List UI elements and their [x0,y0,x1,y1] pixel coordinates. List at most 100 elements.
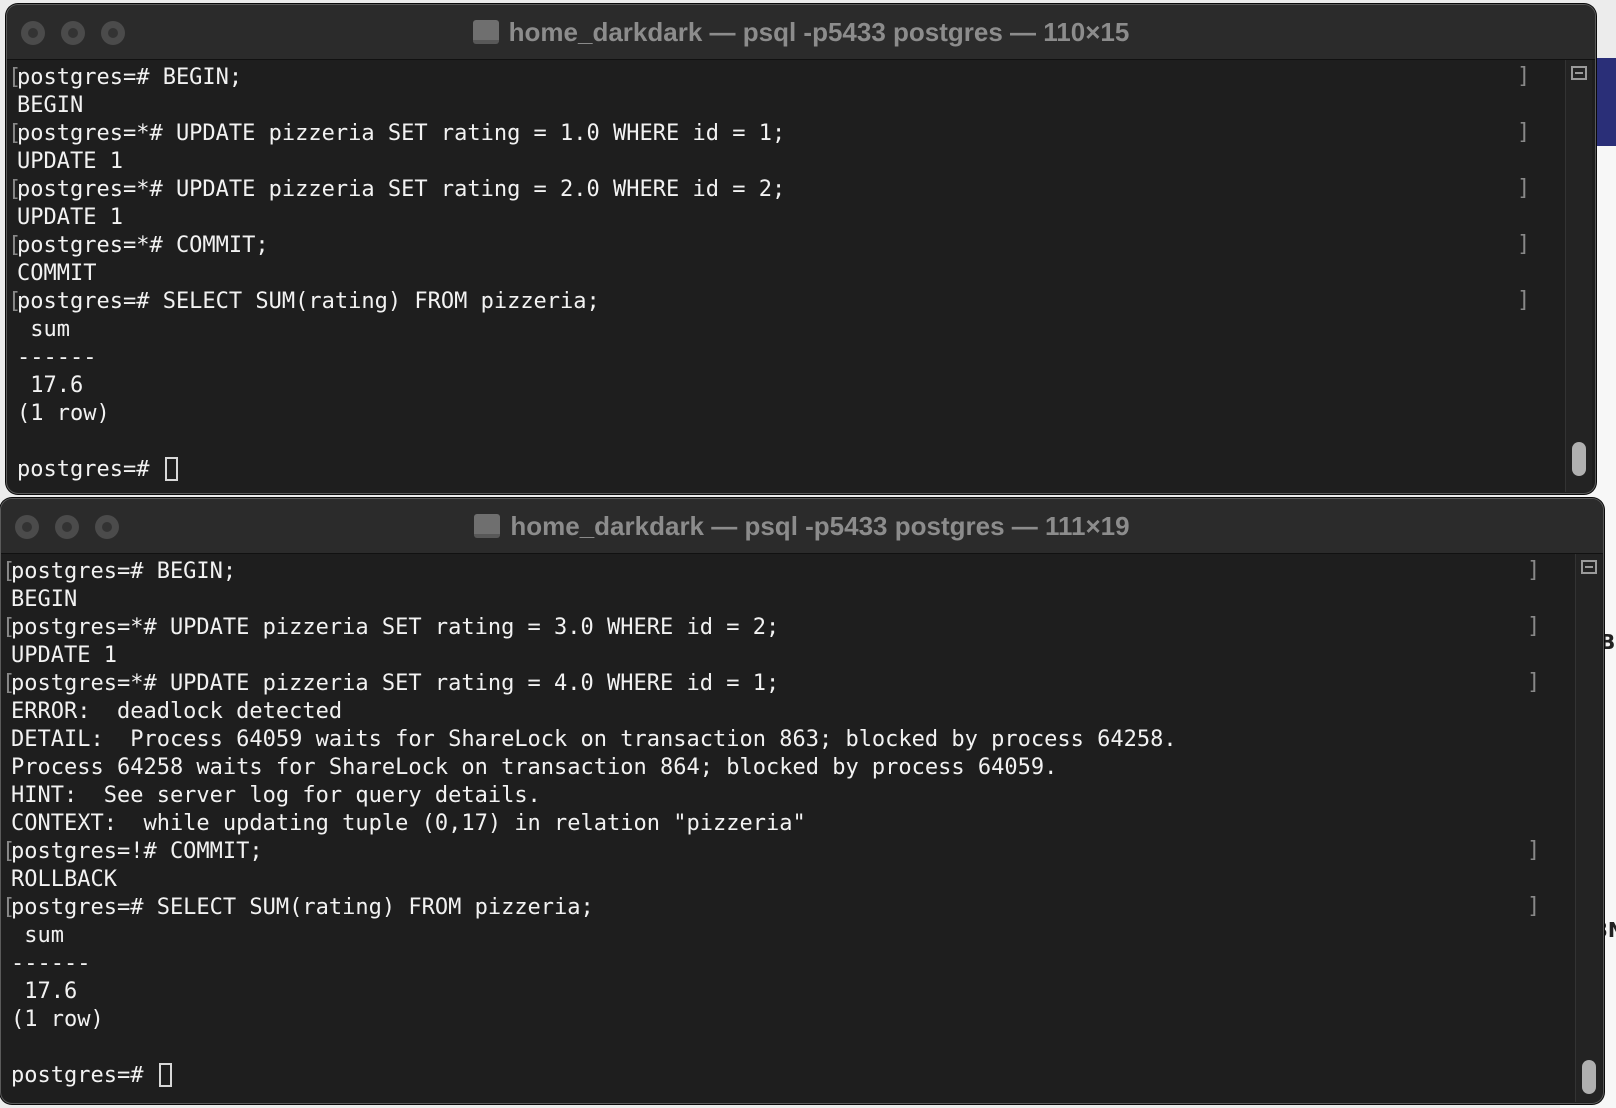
terminal-content[interactable]: [] postgres=# BEGIN; BEGIN [] postgres=*# UP… [7,60,1595,492]
scrollbar[interactable] [1575,554,1602,1102]
line-text: postgres=# SELECT SUM(rating) FROM pizze… [17,289,600,314]
line-text: ERROR: deadlock detected [11,699,343,724]
line-text: BEGIN [11,587,78,612]
line-text: HINT: See server log for query details. [11,783,541,808]
terminal-line: [] postgres=*# UPDATE pizzeria SET rating… [8,120,1530,148]
line-mark-bracket: [ [2,671,16,696]
terminal-line: HINT: See server log for query details. [11,782,1177,810]
line-mark-bracket: [ [2,559,16,584]
line-mark-bracket: ] [1517,176,1531,201]
terminal-output[interactable]: [] postgres=# BEGIN; BEGIN [] postgres=*# UP… [8,64,1530,484]
line-mark-bracket: [ [8,121,22,146]
terminal-line: ------ [17,344,785,372]
scrollbar[interactable] [1565,60,1592,492]
terminal-prompt-line[interactable]: postgres=# [17,456,785,484]
terminal-line: Process 64258 waits for ShareLock on tra… [11,754,1177,782]
terminal-line: 17.6 [17,372,785,400]
line-mark-bracket: ] [1517,120,1531,145]
terminal-line: [] postgres=# BEGIN; [8,64,1530,92]
terminal-line: [] postgres=*# COMMIT; [8,232,1530,260]
line-mark-bracket: [ [8,177,22,202]
disk-icon [474,514,501,538]
line-text: ROLLBACK [11,867,117,892]
terminal-line: sum [11,922,1177,950]
scrollbar-thumb[interactable] [1572,442,1586,476]
line-text: ------ [17,345,97,370]
line-text: COMMIT [17,261,97,286]
terminal-line: 17.6 [11,978,1177,1006]
terminal-line: ------ [11,950,1177,978]
window-title-text: home_darkdark — psql -p5433 postgres — 1… [508,16,1130,47]
terminal-window[interactable]: home_darkdark — psql -p5433 postgres — 1… [0,498,1604,1104]
line-text: sum [11,923,64,948]
terminal-content[interactable]: [] postgres=# BEGIN; BEGIN [] postgres=*# UP… [1,554,1603,1102]
terminal-line: DETAIL: Process 64059 waits for ShareLoc… [11,726,1177,754]
terminal-line: UPDATE 1 [17,204,785,232]
line-mark-bracket: [ [8,233,22,258]
line-text: (1 row) [17,401,110,426]
line-text: postgres=*# UPDATE pizzeria SET rating =… [17,121,786,146]
line-text: postgres=*# UPDATE pizzeria SET rating =… [17,177,786,202]
line-mark-bracket: [ [2,895,16,920]
terminal-line: [] postgres=# SELECT SUM(rating) FROM piz… [8,288,1530,316]
terminal-line: BEGIN [11,586,1177,614]
line-text: DETAIL: Process 64059 waits for ShareLoc… [11,727,1177,752]
line-text: postgres=*# COMMIT; [17,233,269,258]
line-mark-bracket: [ [2,615,16,640]
line-text: postgres=# BEGIN; [17,65,243,90]
terminal-line: COMMIT [17,260,785,288]
terminal-line: sum [17,316,785,344]
text-cursor[interactable] [164,457,178,481]
line-text: postgres=# BEGIN; [11,559,237,584]
terminal-prompt-line[interactable]: postgres=# [11,1062,1177,1090]
terminal-line: UPDATE 1 [17,148,785,176]
line-mark-bracket: ] [1527,614,1541,639]
split-view-icon[interactable] [1571,66,1587,80]
line-text: Process 64258 waits for ShareLock on tra… [11,755,1058,780]
line-text: UPDATE 1 [11,643,117,668]
line-text: 17.6 [17,373,84,398]
line-mark-bracket: ] [1517,232,1531,257]
prompt-text: postgres=# [11,1063,157,1088]
terminal-output[interactable]: [] postgres=# BEGIN; BEGIN [] postgres=*# UP… [2,558,1540,1090]
terminal-line: [] postgres=*# UPDATE pizzeria SET rating… [2,670,1540,698]
terminal-line: (1 row) [17,400,785,428]
window-title-text: home_darkdark — psql -p5433 postgres — 1… [510,510,1130,541]
terminal-line: [] postgres=# SELECT SUM(rating) FROM piz… [2,894,1540,922]
disk-icon [472,20,499,44]
terminal-line: ERROR: deadlock detected [11,698,1177,726]
line-mark-bracket: [ [2,839,16,864]
window-titlebar[interactable]: home_darkdark — psql -p5433 postgres — 1… [1,499,1603,554]
terminal-line: BEGIN [17,92,785,120]
text-cursor[interactable] [158,1063,172,1087]
line-text: UPDATE 1 [17,205,123,230]
terminal-line: [] postgres=# BEGIN; [2,558,1540,586]
line-mark-bracket: [ [8,65,22,90]
line-mark-bracket: ] [1517,64,1531,89]
line-text: postgres=*# UPDATE pizzeria SET rating =… [11,615,780,640]
line-text: sum [17,317,70,342]
line-mark-bracket: ] [1517,288,1531,313]
line-text: UPDATE 1 [17,149,123,174]
split-view-icon[interactable] [1581,560,1597,574]
terminal-line: [] postgres=*# UPDATE pizzeria SET rating… [2,614,1540,642]
line-text: ------ [11,951,91,976]
window-title: home_darkdark — psql -p5433 postgres — 1… [7,5,1595,59]
terminal-line: UPDATE 1 [11,642,1177,670]
scrollbar-thumb[interactable] [1582,1060,1596,1094]
line-mark-bracket: ] [1527,894,1541,919]
line-mark-bracket: ] [1527,558,1541,583]
line-mark-bracket: ] [1527,670,1541,695]
line-text: BEGIN [17,93,84,118]
terminal-line: CONTEXT: while updating tuple (0,17) in … [11,810,1177,838]
line-text: postgres=*# UPDATE pizzeria SET rating =… [11,671,780,696]
line-text: postgres=# SELECT SUM(rating) FROM pizze… [11,895,594,920]
line-mark-bracket: ] [1527,838,1541,863]
terminal-line: (1 row) [11,1006,1177,1034]
window-titlebar[interactable]: home_darkdark — psql -p5433 postgres — 1… [7,5,1595,60]
line-text: (1 row) [11,1007,104,1032]
terminal-line: ROLLBACK [11,866,1177,894]
terminal-window[interactable]: home_darkdark — psql -p5433 postgres — 1… [6,4,1596,494]
